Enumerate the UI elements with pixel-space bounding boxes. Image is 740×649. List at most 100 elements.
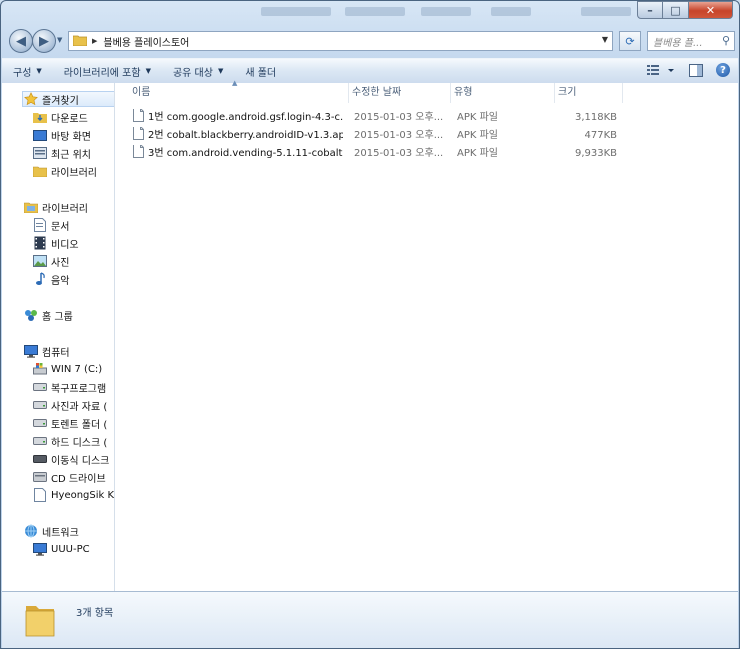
documents-icon (32, 217, 48, 233)
nav-item-libraries-fav[interactable]: 라이브러리 (32, 163, 97, 179)
nav-item-label: 사진 (51, 257, 70, 269)
command-bar: 구성 ▼ 라이브러리에 포함 ▼ 공유 대상 ▼ 새 폴더 ? (2, 58, 738, 84)
file-row[interactable]: 1번 com.google.android.gsf.login-4.3-c...… (115, 109, 635, 127)
file-size: 3,118KB (574, 112, 617, 123)
computer-icon (23, 343, 39, 359)
nav-libraries[interactable]: 라이브러리 (23, 199, 88, 215)
nav-item-drive[interactable]: 토렌트 폴더 ( (32, 415, 107, 431)
forward-button[interactable]: ▶ (32, 29, 56, 53)
navigation-pane: 즐겨찾기 다운로드 바탕 화면 최근 위치 라이브러리 라이브러리 문서 비디오… (2, 83, 115, 591)
nav-item-drive[interactable]: 사진과 자료 ( (32, 397, 107, 413)
preview-pane-icon[interactable] (688, 62, 704, 78)
nav-item-desktop[interactable]: 바탕 화면 (32, 127, 91, 143)
nav-item-music[interactable]: 음악 (32, 271, 69, 287)
address-bar-row: ◀ ▶ ▼ ▶ 블베용 플레이스토어 ▼ ⟳ 블베용 플... ⚲ (7, 28, 735, 54)
column-name[interactable]: 이름 (129, 83, 349, 103)
help-icon[interactable]: ? (716, 63, 730, 77)
view-options-icon[interactable] (646, 62, 676, 78)
search-input[interactable]: 블베용 플... ⚲ (647, 31, 735, 51)
refresh-button[interactable]: ⟳ (619, 31, 641, 51)
nav-item-drive-c[interactable]: WIN 7 (C:) (32, 361, 102, 377)
maximize-button[interactable]: □ (663, 1, 689, 19)
recent-pages-dropdown[interactable]: ▼ (57, 36, 62, 44)
nav-network[interactable]: 네트워크 (23, 523, 79, 539)
new-folder-label: 새 폴더 (245, 67, 277, 79)
breadcrumb-current[interactable]: 블베용 플레이스토어 (103, 34, 189, 49)
nav-favorites[interactable]: 즐겨찾기 (22, 91, 114, 107)
share-with-button[interactable]: 공유 대상 ▼ (162, 64, 234, 79)
new-folder-button[interactable]: 새 폴더 (234, 64, 287, 79)
address-dropdown-icon[interactable]: ▼ (602, 35, 608, 44)
file-date: 2015-01-03 오후... (354, 130, 444, 141)
libraries-icon (23, 199, 39, 215)
nav-item-downloads[interactable]: 다운로드 (32, 109, 88, 125)
organize-label: 구성 (13, 67, 32, 79)
breadcrumb-separator-icon[interactable]: ▶ (92, 37, 97, 45)
refresh-icon: ⟳ (625, 34, 635, 48)
details-pane: 3개 항목 (2, 592, 738, 648)
nav-computer-label: 컴퓨터 (42, 347, 70, 359)
folder-icon (72, 34, 88, 49)
hard-drive-icon (32, 397, 48, 413)
minimize-button[interactable]: – (637, 1, 663, 19)
nav-item-label: 다운로드 (51, 113, 88, 125)
nav-item-network-pc[interactable]: UUU-PC (32, 541, 90, 557)
file-name: 2번 cobalt.blackberry.androidID-v1.3.apk (148, 130, 343, 141)
file-name-cell: 1번 com.google.android.gsf.login-4.3-c... (133, 109, 343, 127)
nav-item-label: 최근 위치 (51, 149, 91, 161)
share-with-label: 공유 대상 (172, 67, 213, 79)
file-row[interactable]: 2번 cobalt.blackberry.androidID-v1.3.apk … (115, 127, 635, 145)
hard-drive-icon (32, 415, 48, 431)
file-icon (32, 487, 48, 503)
organize-button[interactable]: 구성 ▼ (2, 64, 53, 79)
nav-item-label: WIN 7 (C:) (51, 363, 103, 375)
file-date: 2015-01-03 오후... (354, 148, 444, 159)
film-icon (32, 235, 48, 251)
nav-item-label: 비디오 (51, 239, 79, 251)
nav-item-cd-drive[interactable]: CD 드라이브 (32, 469, 106, 485)
main-content: 즐겨찾기 다운로드 바탕 화면 최근 위치 라이브러리 라이브러리 문서 비디오… (2, 79, 738, 592)
cd-drive-icon (32, 469, 48, 485)
file-size: 9,933KB (574, 148, 617, 159)
file-type: APK 파일 (457, 112, 499, 123)
nav-item-videos[interactable]: 비디오 (32, 235, 79, 251)
column-size[interactable]: 크기 (555, 83, 623, 103)
file-date: 2015-01-03 오후... (354, 112, 444, 123)
hard-drive-icon (32, 433, 48, 449)
file-row[interactable]: 3번 com.android.vending-5.1.11-cobalt... … (115, 145, 635, 163)
column-type[interactable]: 유형 (451, 83, 555, 103)
folder-icon (24, 600, 56, 641)
nav-item-pictures[interactable]: 사진 (32, 253, 69, 269)
nav-homegroup[interactable]: 홈 그룹 (23, 307, 73, 323)
close-button[interactable]: ✕ (689, 1, 733, 19)
nav-item-user-folder[interactable]: HyeongSik Ki (32, 487, 114, 503)
include-in-library-button[interactable]: 라이브러리에 포함 ▼ (53, 64, 162, 79)
nav-computer[interactable]: 컴퓨터 (23, 343, 70, 359)
desktop-icon (32, 127, 48, 143)
search-icon: ⚲ (721, 34, 730, 47)
nav-item-label: 이동식 디스크 (51, 455, 110, 467)
chevron-down-icon: ▼ (145, 67, 151, 75)
title-bar-blur (261, 1, 641, 25)
nav-item-label: 음악 (51, 275, 70, 287)
address-field[interactable]: ▶ 블베용 플레이스토어 ▼ (68, 31, 613, 51)
apk-file-icon (133, 109, 144, 127)
nav-item-label: CD 드라이브 (51, 473, 106, 485)
windows-drive-icon (32, 361, 48, 377)
nav-item-documents[interactable]: 문서 (32, 217, 69, 233)
back-button[interactable]: ◀ (9, 29, 33, 53)
file-name-cell: 3번 com.android.vending-5.1.11-cobalt... (133, 145, 343, 163)
file-name: 3번 com.android.vending-5.1.11-cobalt... (148, 148, 343, 159)
nav-network-label: 네트워크 (42, 527, 79, 539)
nav-item-drive[interactable]: 복구프로그램 (32, 379, 106, 395)
nav-item-removable[interactable]: 이동식 디스크 (32, 451, 109, 467)
homegroup-icon (23, 307, 39, 323)
nav-item-drive[interactable]: 하드 디스크 ( (32, 433, 107, 449)
nav-item-label: 사진과 자료 ( (51, 401, 108, 413)
column-date-modified[interactable]: 수정한 날짜 (349, 83, 451, 103)
nav-item-label: 복구프로그램 (51, 383, 107, 395)
nav-item-recent-places[interactable]: 최근 위치 (32, 145, 91, 161)
apk-file-icon (133, 127, 144, 145)
view-controls: ? (646, 62, 730, 78)
library-folder-icon (32, 163, 48, 179)
